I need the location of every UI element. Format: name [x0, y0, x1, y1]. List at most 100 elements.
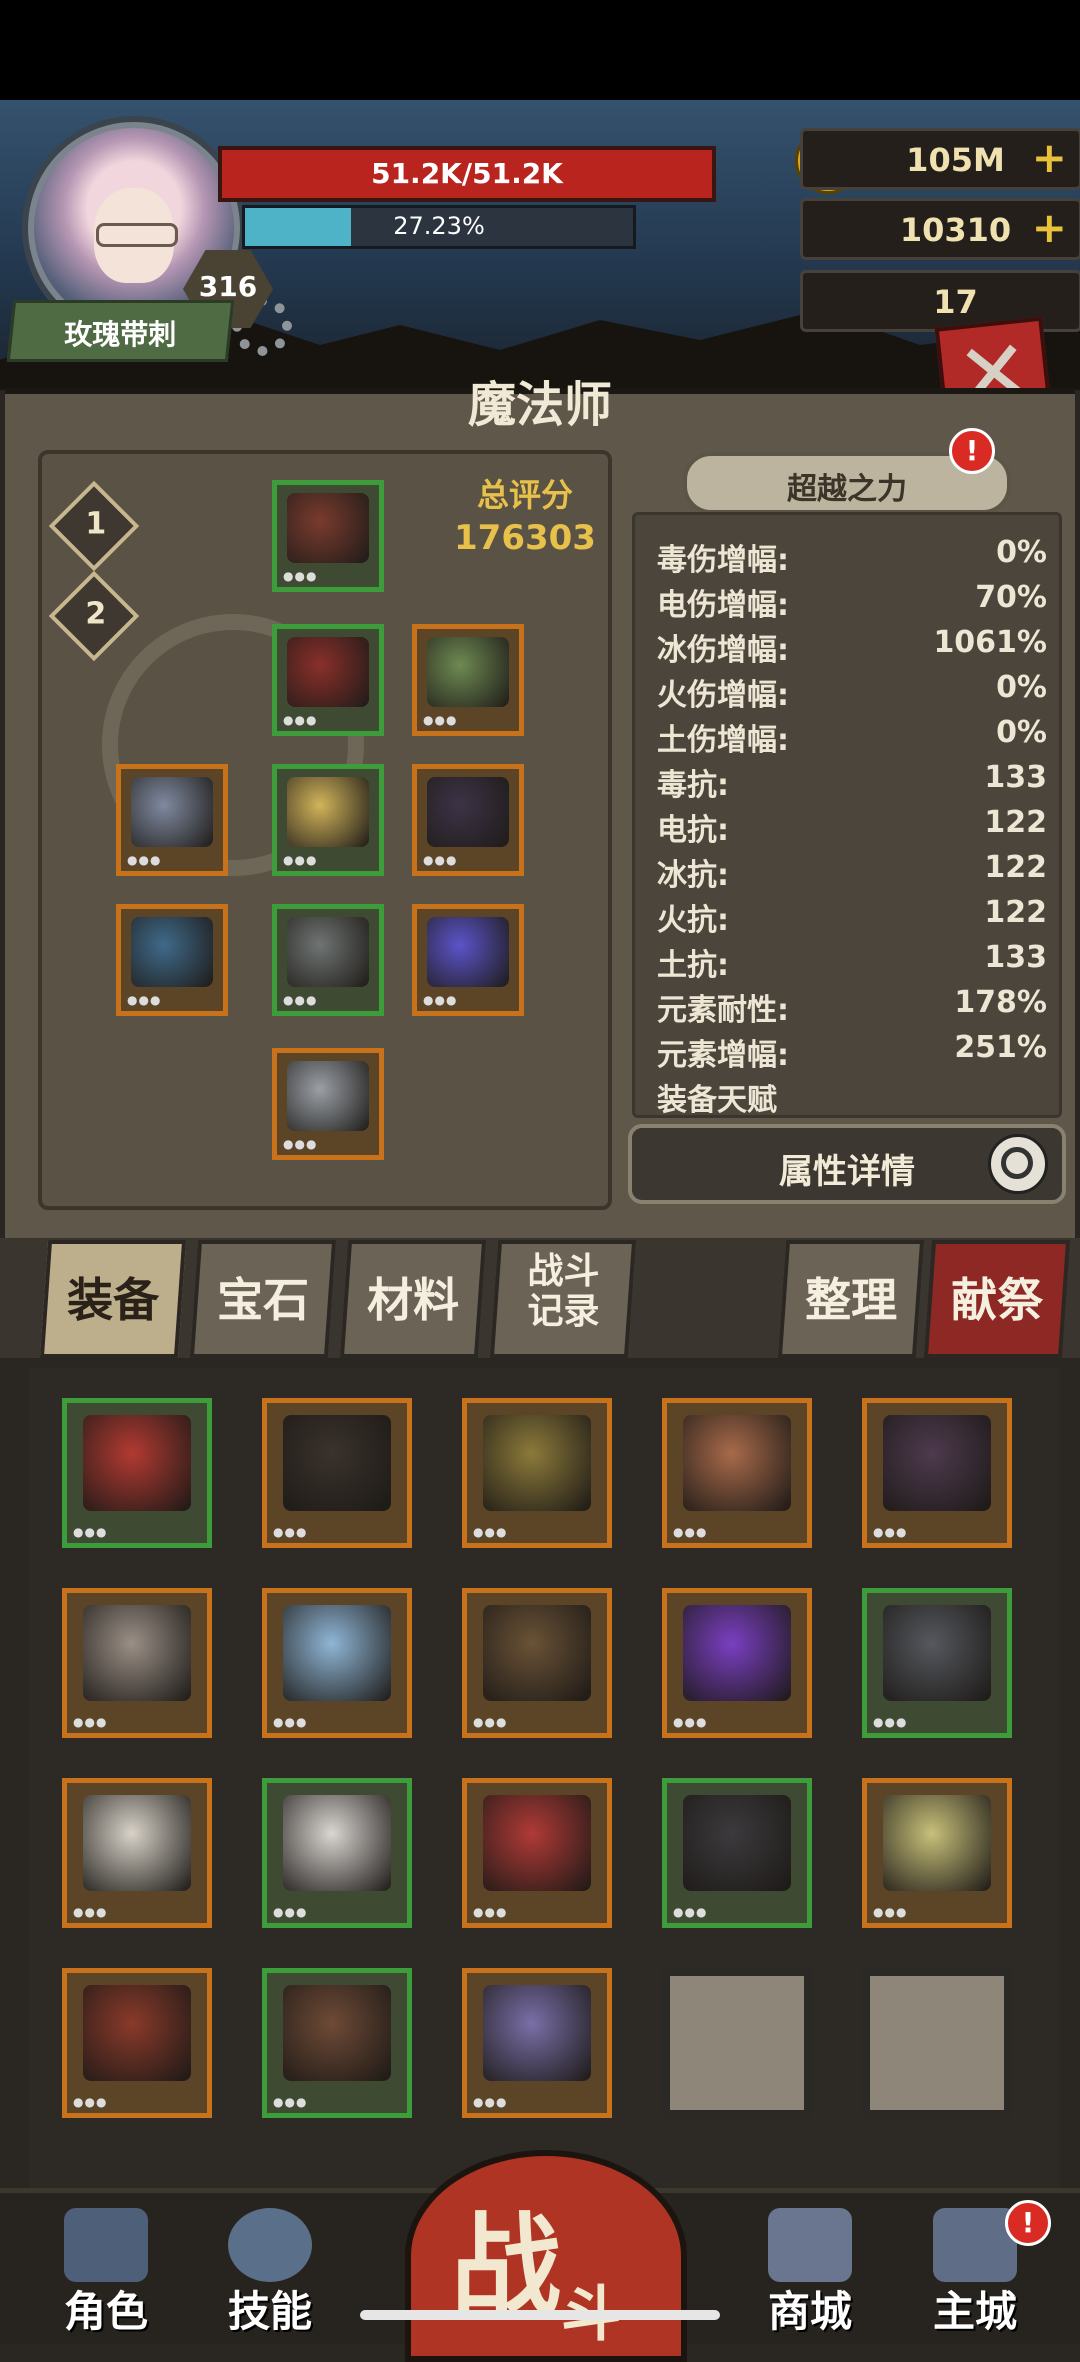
inventory-item-hood[interactable]: ●●● [262, 1778, 412, 1928]
equipped-slot-map[interactable]: ●●● [412, 624, 524, 736]
stat-value: 122 [984, 895, 1047, 930]
stat-row: 冰伤增幅: 1061% [657, 625, 1047, 669]
scroll-icon [483, 1795, 591, 1891]
inventory-item-fire-staff[interactable]: ●●● [662, 1398, 812, 1548]
helmet-icon [287, 493, 369, 563]
nav-main-city-label: 主城 [932, 2287, 1017, 2336]
tab-battle-log[interactable]: 战斗记录 [489, 1240, 637, 1358]
stat-value: 70% [975, 580, 1047, 615]
nav-battle[interactable]: 战斗 [405, 2150, 687, 2362]
inventory-item-armor[interactable]: ●●● [662, 1778, 812, 1928]
equipped-slot-bracelet[interactable]: ●●● [116, 764, 228, 876]
mask-icon [427, 777, 509, 847]
inventory-item-bone-crown[interactable]: ●●● [62, 1588, 212, 1738]
equipped-slot-ring[interactable]: ●●● [272, 764, 384, 876]
player-name: 玫瑰带刺 [64, 318, 177, 351]
gem-sockets: ●●● [673, 1525, 708, 1539]
gem-value: 10310 [899, 211, 1012, 249]
gem-sockets: ●●● [473, 1525, 508, 1539]
gem-sockets: ●●● [73, 1715, 108, 1729]
equipped-slot-helmet[interactable]: ●●● [272, 480, 384, 592]
boots-icon [287, 1061, 369, 1131]
inventory-item-rune-stone[interactable]: ●●● [262, 1588, 412, 1738]
inventory-item-axe[interactable]: ●●● [62, 1968, 212, 2118]
cloak-icon [283, 1415, 391, 1511]
stat-value: 133 [984, 760, 1047, 795]
stat-label: 毒伤增幅: [657, 543, 789, 578]
stat-value: 133 [984, 940, 1047, 975]
avatar-glasses [96, 223, 178, 247]
tab-materials[interactable]: 材料 [339, 1240, 487, 1358]
skill-icon [228, 2208, 312, 2282]
stat-row: 元素增幅: 251% [657, 1030, 1047, 1074]
inventory-item-scroll[interactable]: ●●● [462, 1778, 612, 1928]
axe-icon [83, 1985, 191, 2081]
inventory-item-claw[interactable]: ●●● [862, 1398, 1012, 1548]
nav-shop[interactable]: 商城 [740, 2200, 880, 2336]
armor-icon [683, 1795, 791, 1891]
tab-equipment[interactable]: 装备 [39, 1240, 187, 1358]
armor-icon [287, 637, 369, 707]
stat-row: 火抗: 122 [657, 895, 1047, 939]
equipped-slot-mask[interactable]: ●●● [412, 764, 524, 876]
attribute-details-button[interactable]: 属性详情 [628, 1124, 1066, 1204]
gem-sockets: ●●● [873, 1905, 908, 1919]
equipped-slot-boots[interactable]: ●●● [272, 1048, 384, 1160]
gem-sockets: ●●● [673, 1905, 708, 1919]
tab-gems[interactable]: 宝石 [189, 1240, 337, 1358]
gem-sockets: ●●● [283, 993, 318, 1007]
crystal-icon [683, 1605, 791, 1701]
stat-row: 火伤增幅: 0% [657, 670, 1047, 714]
loadout-1-label: 1 [85, 506, 107, 542]
inventory-item-serpent-staff[interactable]: ●●● [862, 1778, 1012, 1928]
add-gem-button[interactable]: + [1032, 203, 1067, 252]
equipped-slot-armor[interactable]: ●●● [272, 624, 384, 736]
inventory-item-pants[interactable]: ●●● [62, 1778, 212, 1928]
class-title: 魔法师 [467, 377, 612, 433]
level-value: 316 [198, 270, 258, 303]
stat-value: 251% [954, 1030, 1047, 1065]
stat-label: 火抗: [657, 903, 729, 938]
equipped-slot-staff[interactable]: ●●● [116, 904, 228, 1016]
inventory-item-necklace[interactable]: ●●● [62, 1398, 212, 1548]
stat-row: 装备天赋 [657, 1075, 1047, 1115]
equipped-slot-orb[interactable]: ●●● [412, 904, 524, 1016]
gem-sockets: ●●● [283, 713, 318, 727]
nav-character[interactable]: 角色 [36, 2200, 176, 2336]
nav-skills[interactable]: 技能 [200, 2200, 340, 2336]
hp-text: 51.2K/51.2K [371, 157, 563, 190]
gem-sockets: ●●● [273, 2095, 308, 2109]
inventory-item-bracer[interactable]: ●●● [462, 1588, 612, 1738]
stat-label: 电伤增幅: [657, 588, 789, 623]
stat-row: 毒抗: 133 [657, 760, 1047, 804]
inventory-item-bone-charm[interactable]: ●●● [462, 1968, 612, 2118]
add-gold-button[interactable]: + [1032, 133, 1067, 182]
stat-label: 元素增幅: [657, 1038, 789, 1073]
gem-sockets: ●●● [423, 713, 458, 727]
stat-row: 电抗: 122 [657, 805, 1047, 849]
stat-row: 电伤增幅: 70% [657, 580, 1047, 624]
sacrifice-button[interactable]: 献祭 [923, 1240, 1071, 1358]
gem-sockets: ●●● [473, 2095, 508, 2109]
hood-icon [283, 1795, 391, 1891]
sort-button[interactable]: 整理 [777, 1240, 925, 1358]
gem-sockets: ●●● [273, 1525, 308, 1539]
inventory-slot-empty[interactable] [662, 1968, 812, 2118]
bracer-icon [483, 1605, 591, 1701]
stat-label: 火伤增幅: [657, 678, 789, 713]
inventory-item-belt[interactable]: ●●● [262, 1968, 412, 2118]
stat-row: 毒伤增幅: 0% [657, 535, 1047, 579]
gem-sockets: ●●● [473, 1715, 508, 1729]
vest-icon [883, 1605, 991, 1701]
equipped-slot-gauntlet[interactable]: ●●● [272, 904, 384, 1016]
bracelet-icon [131, 777, 213, 847]
inventory-item-crystal[interactable]: ●●● [662, 1588, 812, 1738]
gem-sockets: ●●● [423, 853, 458, 867]
inventory-slot-empty[interactable] [862, 1968, 1012, 2118]
stat-label: 电抗: [657, 813, 729, 848]
xp-bar: 27.23% [242, 205, 636, 249]
stat-label: 冰抗: [657, 858, 729, 893]
inventory-item-sword[interactable]: ●●● [462, 1398, 612, 1548]
inventory-item-cloak[interactable]: ●●● [262, 1398, 412, 1548]
inventory-item-vest[interactable]: ●●● [862, 1588, 1012, 1738]
